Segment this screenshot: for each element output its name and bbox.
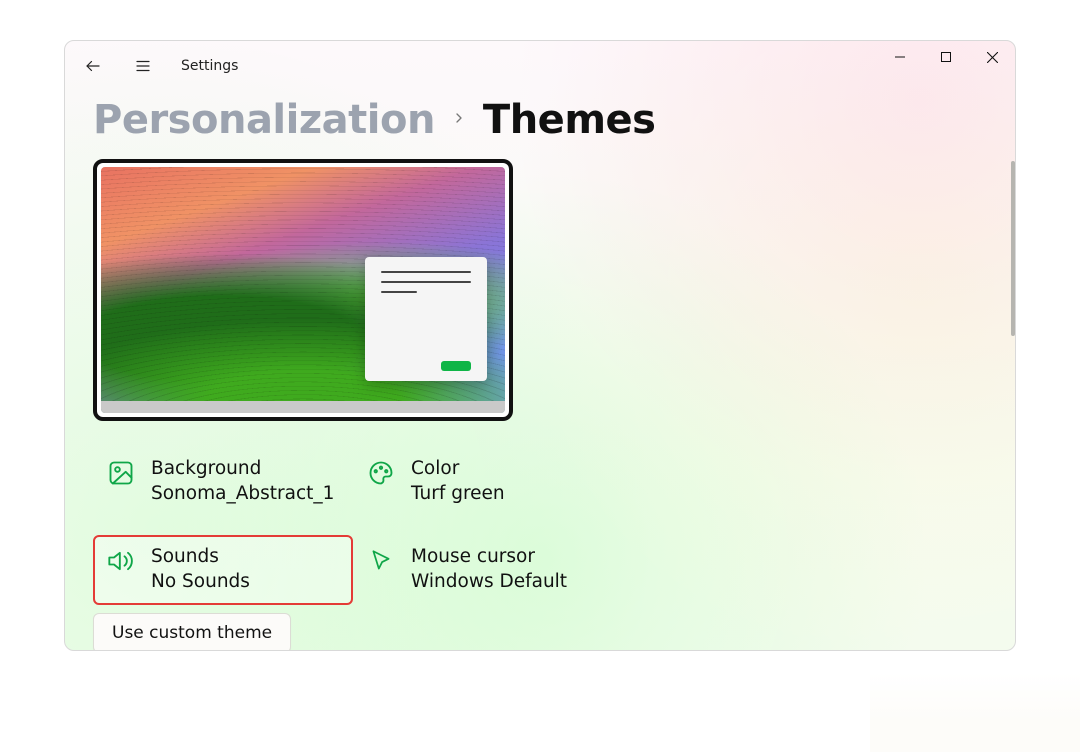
arrow-left-icon: [84, 57, 102, 75]
setting-label: Mouse cursor: [411, 545, 567, 570]
setting-value: Sonoma_Abstract_1: [151, 482, 334, 507]
cursor-icon: [367, 547, 395, 575]
palette-icon: [367, 459, 395, 487]
menu-button[interactable]: [131, 54, 155, 78]
minimize-icon: [895, 52, 905, 62]
setting-label: Sounds: [151, 545, 250, 570]
close-button[interactable]: [969, 41, 1015, 73]
titlebar: Settings: [65, 41, 1015, 91]
speaker-icon: [107, 547, 135, 575]
maximize-button[interactable]: [923, 41, 969, 73]
titlebar-left: Settings: [81, 54, 238, 78]
preview-line: [381, 271, 471, 273]
image-icon: [107, 459, 135, 487]
use-custom-theme-button[interactable]: Use custom theme: [93, 613, 291, 651]
window-title: Settings: [181, 58, 238, 74]
back-button[interactable]: [81, 54, 105, 78]
window-controls: [877, 41, 1015, 73]
content-area: Personalization Themes: [65, 97, 1015, 651]
minimize-button[interactable]: [877, 41, 923, 73]
setting-color[interactable]: Color Turf green: [353, 447, 613, 517]
preview-line: [381, 281, 471, 283]
setting-label: Color: [411, 457, 505, 482]
settings-window: Settings Personalization Themes: [64, 40, 1016, 651]
chevron-right-icon: [451, 110, 467, 130]
breadcrumb: Personalization Themes: [93, 97, 987, 143]
maximize-icon: [941, 52, 951, 62]
preview-line: [381, 291, 417, 293]
theme-settings-grid: Background Sonoma_Abstract_1 Color Turf …: [93, 447, 987, 605]
breadcrumb-current: Themes: [483, 97, 656, 143]
setting-value: Turf green: [411, 482, 505, 507]
scrollbar-thumb[interactable]: [1011, 161, 1015, 336]
setting-cursor[interactable]: Mouse cursor Windows Default: [353, 535, 613, 605]
hamburger-icon: [134, 57, 152, 75]
dialog-preview: [365, 257, 487, 381]
breadcrumb-parent[interactable]: Personalization: [93, 97, 435, 143]
watermark-overlay: [870, 672, 1080, 752]
setting-sounds[interactable]: Sounds No Sounds: [93, 535, 353, 605]
setting-label: Background: [151, 457, 334, 482]
theme-preview: [93, 159, 513, 421]
wallpaper-preview: [101, 167, 505, 413]
setting-value: Windows Default: [411, 570, 567, 595]
setting-background[interactable]: Background Sonoma_Abstract_1: [93, 447, 353, 517]
close-icon: [987, 52, 998, 63]
setting-value: No Sounds: [151, 570, 250, 595]
preview-accent-button: [441, 361, 471, 371]
